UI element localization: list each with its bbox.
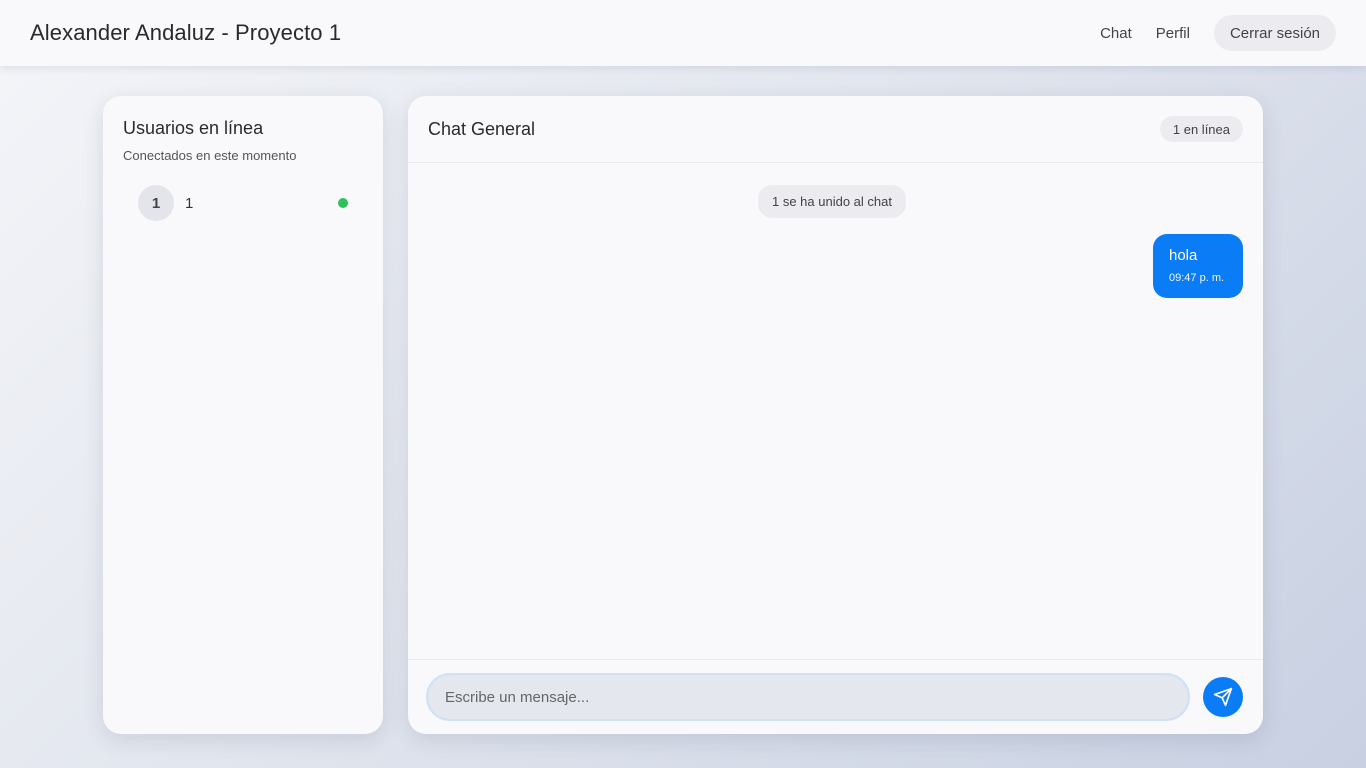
online-status-dot: [338, 198, 348, 208]
avatar: 1: [138, 185, 174, 221]
nav-profile-link[interactable]: Perfil: [1156, 25, 1190, 42]
online-users-subtitle: Conectados en este momento: [123, 148, 297, 163]
main-nav: Chat Perfil Cerrar sesión: [1100, 15, 1336, 51]
message-composer: [408, 659, 1263, 734]
message-text: hola: [1169, 247, 1198, 264]
chat-panel: Chat General 1 en línea 1 se ha unido al…: [408, 96, 1263, 734]
chat-header: Chat General 1 en línea: [408, 96, 1263, 163]
logout-button[interactable]: Cerrar sesión: [1213, 15, 1336, 51]
send-icon: [1213, 687, 1233, 707]
message-timestamp: 09:47 p. m.: [1169, 272, 1225, 284]
own-message-bubble: hola 09:47 p. m.: [1153, 234, 1243, 298]
online-users-title: Usuarios en línea: [123, 118, 264, 138]
message-input[interactable]: [426, 673, 1190, 721]
top-navbar: Alexander Andaluz - Proyecto 1 Chat Perf…: [0, 0, 1366, 66]
user-list-item[interactable]: 1 1: [123, 185, 363, 221]
user-name: 1: [185, 194, 194, 212]
chat-title: Chat General: [428, 118, 536, 139]
online-count-badge: 1 en línea: [1159, 116, 1243, 142]
nav-chat-link[interactable]: Chat: [1100, 25, 1132, 42]
send-button[interactable]: [1203, 677, 1243, 717]
app-title: Alexander Andaluz - Proyecto 1: [30, 20, 342, 45]
message-list[interactable]: 1 se ha unido al chat hola 09:47 p. m.: [408, 163, 1263, 660]
online-users-panel: Usuarios en línea Conectados en este mom…: [103, 96, 383, 734]
system-message: 1 se ha unido al chat: [758, 185, 906, 218]
